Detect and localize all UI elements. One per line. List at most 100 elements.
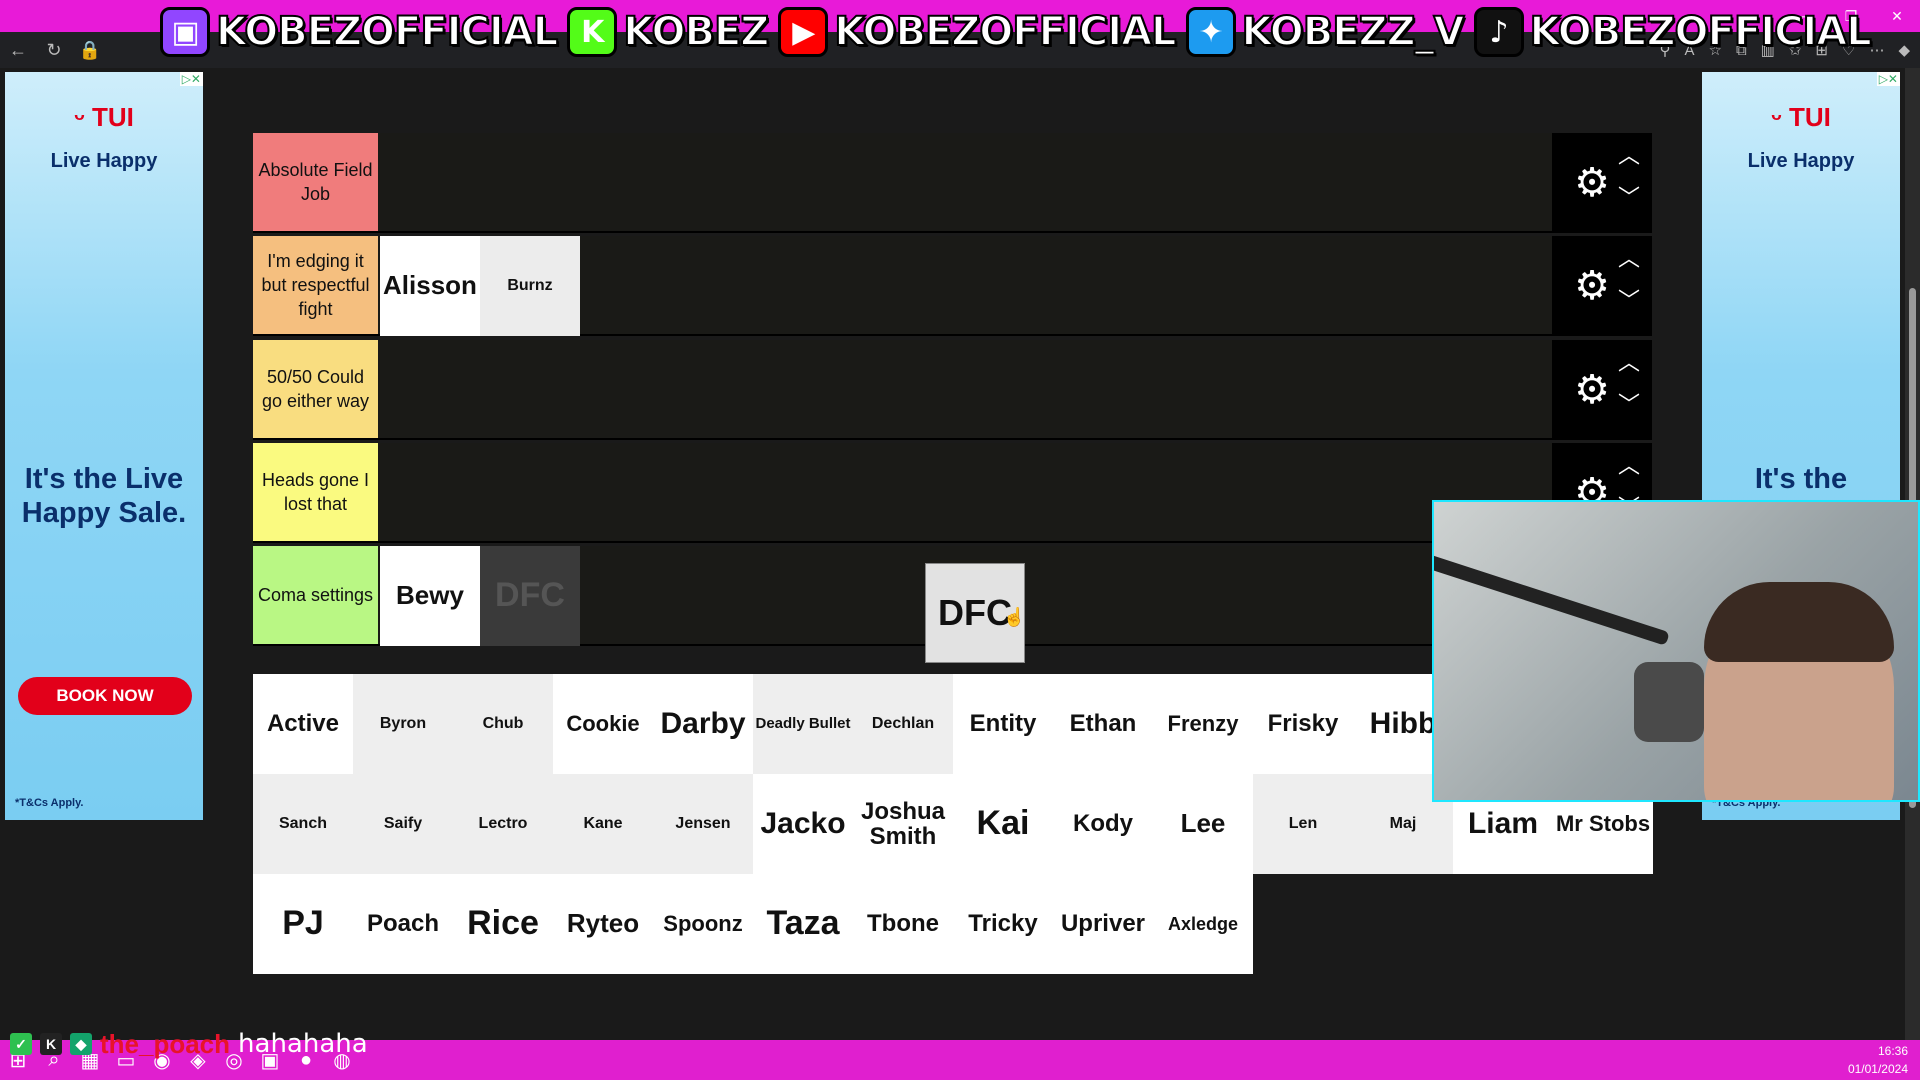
social-handle-text: KOBEZOFFICIAL: [215, 8, 559, 56]
pool-card[interactable]: Active: [253, 674, 353, 774]
social-handle: ▣ KOBEZOFFICIAL: [160, 7, 559, 57]
tier-controls: ⚙︿ ﹀: [1552, 340, 1652, 438]
pool-card[interactable]: Kane: [553, 774, 653, 874]
pool-card[interactable]: PJ: [253, 874, 353, 974]
pool-card[interactable]: Spoonz: [653, 874, 753, 974]
pool-card[interactable]: Chub: [453, 674, 553, 774]
tier-card[interactable]: Burnz: [480, 236, 580, 336]
pool-card[interactable]: Deadly Bullet: [753, 674, 853, 774]
ad-headline: It's the Live Happy Sale.: [21, 463, 187, 529]
social-handle-text: KOBEZOFFICIAL: [1529, 8, 1873, 56]
ad-terms: *T&Cs Apply.: [15, 797, 84, 809]
close-icon[interactable]: ✕: [1874, 0, 1920, 32]
social-handle: ✦ KOBEZZ_V: [1185, 7, 1466, 57]
pool-card[interactable]: Sanch: [253, 774, 353, 874]
tier-label[interactable]: Absolute Field Job: [253, 133, 378, 231]
tier-card[interactable]: Alisson: [380, 236, 480, 336]
pool-card[interactable]: Lee: [1153, 774, 1253, 874]
ad-banner-left[interactable]: ▷✕ ᵕ TUI Live Happy It's the Live Happy …: [5, 72, 203, 820]
ad-tagline: Live Happy: [50, 150, 158, 172]
twitter-icon: ✦: [1185, 7, 1236, 57]
ad-close-icon[interactable]: ▷✕: [179, 72, 203, 86]
tiktok-icon: ♪: [1473, 7, 1524, 57]
pool-card[interactable]: Dechlan: [853, 674, 953, 774]
chat-username: the_poach: [100, 1028, 231, 1059]
clock-date: 01/01/2024: [1847, 1062, 1908, 1076]
pool-card[interactable]: Ryteo: [553, 874, 653, 974]
pool-card[interactable]: Kai: [953, 774, 1053, 874]
mic-arm: [1434, 552, 1670, 646]
pool-card[interactable]: Lectro: [453, 774, 553, 874]
move-up-icon[interactable]: ︿: [1614, 244, 1644, 274]
tui-logo: ᵕ TUI: [1771, 102, 1831, 132]
pool-card[interactable]: Tricky: [953, 874, 1053, 974]
pool-card[interactable]: Rice: [453, 874, 553, 974]
tier-controls: ⚙︿ ﹀: [1552, 236, 1652, 334]
pool-card[interactable]: Jensen: [653, 774, 753, 874]
pool-card[interactable]: Saify: [353, 774, 453, 874]
more-icon[interactable]: ⋯: [1869, 41, 1884, 59]
pool-card[interactable]: Tbone: [853, 874, 953, 974]
pool-card[interactable]: Frenzy: [1153, 674, 1253, 774]
pool-card[interactable]: Upriver: [1053, 874, 1153, 974]
copilot-icon[interactable]: ◆: [1898, 41, 1910, 59]
pool-card[interactable]: Frisky: [1253, 674, 1353, 774]
pool-card[interactable]: Cookie: [553, 674, 653, 774]
ad-close-icon[interactable]: ▷✕: [1876, 72, 1900, 86]
move-up-icon[interactable]: ︿: [1614, 141, 1644, 171]
tier-label[interactable]: Coma settings: [253, 546, 378, 644]
hand-cursor-icon: ☝: [1003, 607, 1026, 627]
gear-icon[interactable]: ⚙: [1572, 370, 1612, 410]
tier-row: Absolute Field Job ⚙ ︿ ﹀: [253, 133, 1652, 233]
stream-socials-overlay: ▣ KOBEZOFFICIAL K KOBEZ ▶ KOBEZOFFICIAL ✦ KOBEZ…: [160, 4, 1873, 60]
pool-card[interactable]: Byron: [353, 674, 453, 774]
social-handle: ♪ KOBEZOFFICIAL: [1473, 7, 1873, 57]
back-icon[interactable]: ←: [0, 32, 36, 68]
book-now-button[interactable]: BOOK NOW: [18, 677, 192, 715]
pool-card[interactable]: Axledge: [1153, 874, 1253, 974]
pool-card[interactable]: Kody: [1053, 774, 1153, 874]
move-up-icon[interactable]: ︿: [1614, 348, 1644, 378]
tier-controls: ⚙︿ ﹀: [1552, 133, 1652, 231]
social-handle-text: KOBEZZ_V: [1241, 8, 1466, 56]
social-handle: K KOBEZ: [567, 7, 770, 57]
badge-icon: ✓: [10, 1033, 32, 1055]
move-up-icon[interactable]: ︿: [1614, 451, 1644, 481]
chat-overlay: ✓ K ◆ the_poach hahahaha: [10, 1028, 368, 1060]
gear-icon[interactable]: ⚙: [1572, 163, 1612, 203]
streamer-hair: [1704, 582, 1894, 662]
kick-badge-icon: K: [40, 1033, 62, 1055]
tier-row: I'm edging it but respectful fight Alisso…: [253, 236, 1652, 336]
tier-label[interactable]: 50/50 Could go either way: [253, 340, 378, 438]
gem-badge-icon: ◆: [70, 1033, 92, 1055]
tier-row: 50/50 Could go either way ⚙ ︿ ﹀: [253, 340, 1652, 440]
pool-card[interactable]: Darby: [653, 674, 753, 774]
pool-card[interactable]: Entity: [953, 674, 1053, 774]
social-handle-text: KOBEZ: [622, 8, 770, 56]
pool-card[interactable]: Len: [1253, 774, 1353, 874]
tier-card[interactable]: DFC: [480, 546, 580, 646]
social-handle-text: KOBEZOFFICIAL: [833, 8, 1177, 56]
pool-card[interactable]: Joshua Smith: [853, 774, 953, 874]
microphone: [1634, 662, 1704, 742]
tier-label[interactable]: Heads gone I lost that: [253, 443, 378, 541]
tier-items: Alisson Burnz: [380, 236, 580, 336]
move-down-icon[interactable]: ﹀: [1614, 183, 1644, 213]
tier-items: Bewy DFC: [380, 546, 580, 646]
pool-card[interactable]: Ethan: [1053, 674, 1153, 774]
youtube-icon: ▶: [778, 7, 829, 57]
tier-card[interactable]: Bewy: [380, 546, 480, 646]
gear-icon[interactable]: ⚙: [1572, 266, 1612, 306]
system-clock: 16:36 01/01/2024: [1848, 1042, 1908, 1078]
kick-icon: K: [567, 7, 618, 57]
ad-tagline: Live Happy: [1747, 150, 1855, 172]
ad-headline: It's the: [1754, 463, 1848, 495]
pool-card[interactable]: Poach: [353, 874, 453, 974]
pool-card[interactable]: Jacko: [753, 774, 853, 874]
refresh-icon[interactable]: ↻: [36, 32, 72, 68]
pool-card[interactable]: Taza: [753, 874, 853, 974]
move-down-icon[interactable]: ﹀: [1614, 286, 1644, 316]
tier-label[interactable]: I'm edging it but respectful fight: [253, 236, 378, 334]
clock-time: 16:36: [1877, 1044, 1908, 1058]
move-down-icon[interactable]: ﹀: [1614, 390, 1644, 420]
